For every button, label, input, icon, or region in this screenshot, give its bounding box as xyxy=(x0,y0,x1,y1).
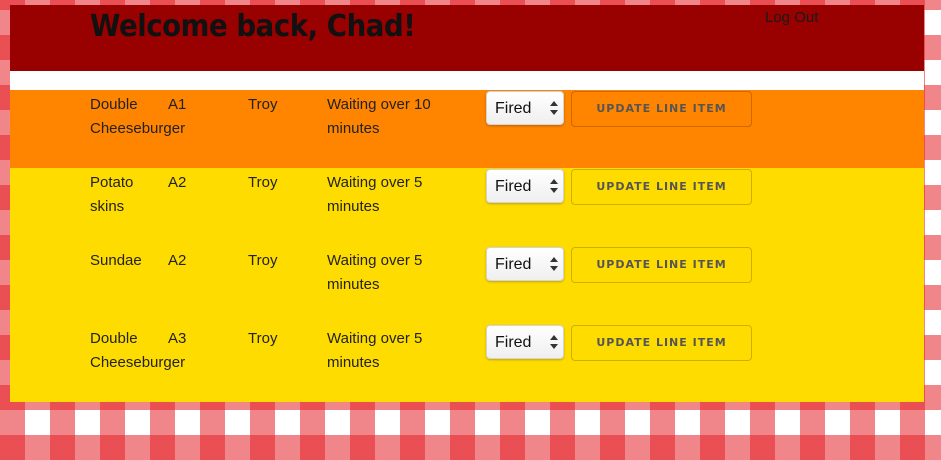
status-select[interactable]: Fired xyxy=(486,91,564,125)
table-number: A2 xyxy=(168,174,187,191)
wait-status: Waiting over 5 minutes xyxy=(327,252,423,293)
table-number: A3 xyxy=(168,330,187,347)
select-arrows-icon xyxy=(550,335,558,349)
server-name: Troy xyxy=(248,96,278,113)
select-arrows-icon xyxy=(550,257,558,271)
table-number: A2 xyxy=(168,252,187,269)
status-select-value: Fired xyxy=(495,334,532,351)
update-line-item-button[interactable]: UPDATE LINE ITEM xyxy=(571,169,752,205)
item-name: Double Cheeseburger xyxy=(90,96,186,137)
page-title: Welcome back, Chad! xyxy=(90,9,416,44)
update-line-item-button[interactable]: UPDATE LINE ITEM xyxy=(571,247,752,283)
page-header: Welcome back, Chad! Log Out xyxy=(10,5,924,71)
server-name: Troy xyxy=(248,330,278,347)
update-line-item-button[interactable]: UPDATE LINE ITEM xyxy=(571,91,752,127)
item-name: Sundae xyxy=(90,252,142,269)
line-item-row: Double Cheeseburger A3 Troy Waiting over… xyxy=(10,324,924,402)
update-line-item-button[interactable]: UPDATE LINE ITEM xyxy=(571,325,752,361)
server-name: Troy xyxy=(248,174,278,191)
select-arrows-icon xyxy=(550,179,558,193)
logout-link[interactable]: Log Out xyxy=(765,9,818,26)
status-select[interactable]: Fired xyxy=(486,325,564,359)
wait-status: Waiting over 5 minutes xyxy=(327,330,423,371)
line-item-row: Potato skins A2 Troy Waiting over 5 minu… xyxy=(10,168,924,246)
line-item-row: Sundae A2 Troy Waiting over 5 minutes Fi… xyxy=(10,246,924,324)
status-select-value: Fired xyxy=(495,256,532,273)
item-name: Double Cheeseburger xyxy=(90,330,186,371)
line-items-list: Double Cheeseburger A1 Troy Waiting over… xyxy=(10,90,924,402)
status-select[interactable]: Fired xyxy=(486,247,564,281)
table-number: A1 xyxy=(168,96,187,113)
status-select-value: Fired xyxy=(495,178,532,195)
wait-status: Waiting over 5 minutes xyxy=(327,174,423,215)
status-select[interactable]: Fired xyxy=(486,169,564,203)
wait-status: Waiting over 10 minutes xyxy=(327,96,431,137)
select-arrows-icon xyxy=(550,101,558,115)
status-select-value: Fired xyxy=(495,100,532,117)
line-item-row: Double Cheeseburger A1 Troy Waiting over… xyxy=(10,90,924,168)
server-name: Troy xyxy=(248,252,278,269)
header-spacer xyxy=(10,71,924,90)
item-name: Potato skins xyxy=(90,174,134,215)
